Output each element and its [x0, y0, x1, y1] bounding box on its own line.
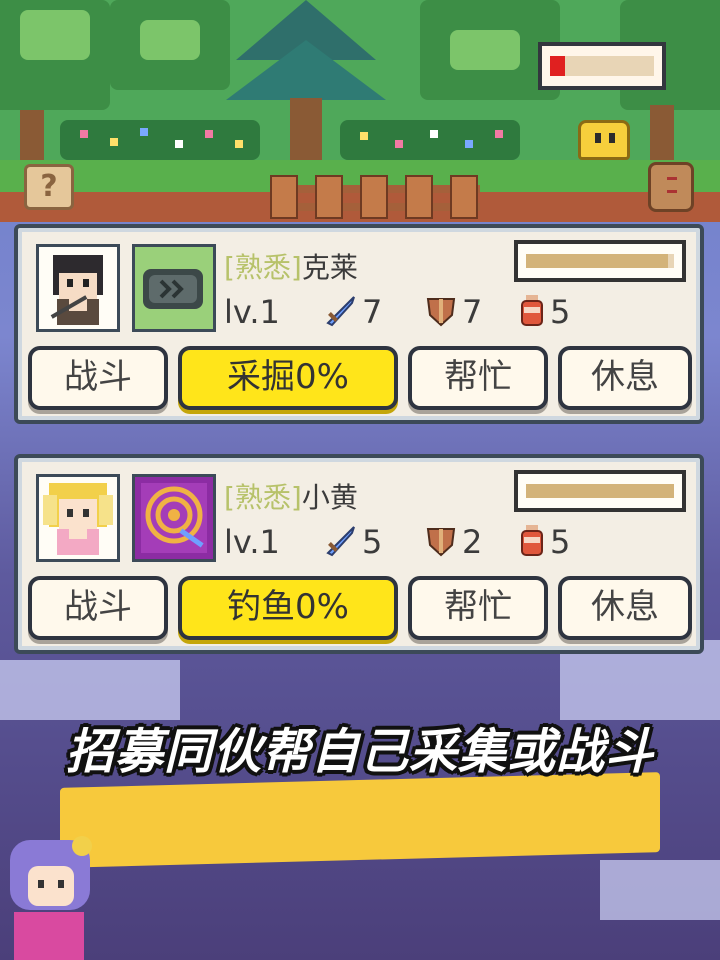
- enemy-health-bar: [538, 42, 666, 90]
- stamina-stat: 5: [518, 292, 570, 332]
- flower: [80, 130, 88, 138]
- stone-tool-icon[interactable]: [132, 244, 216, 332]
- mascot-girl-icon: [0, 820, 110, 960]
- flower: [430, 130, 438, 138]
- companion-card: [熟悉]小黄 lv.1 5 2 5 战斗 钓鱼0% 帮忙 休息: [14, 454, 704, 654]
- flower: [360, 132, 368, 140]
- caption-highlight-band: [60, 772, 660, 868]
- defense-value: 2: [462, 523, 483, 561]
- tree-trunk: [650, 105, 674, 160]
- flower: [110, 138, 118, 146]
- help-question-button[interactable]: ?: [24, 164, 74, 210]
- cloud: [600, 860, 720, 920]
- rest-button[interactable]: 休息: [558, 346, 692, 410]
- shield-icon: [424, 523, 458, 566]
- defense-stat: 7: [424, 292, 482, 332]
- bush: [450, 30, 520, 70]
- companion-name: 小黄: [301, 481, 358, 514]
- sword-icon: [324, 523, 358, 566]
- bush: [140, 20, 200, 60]
- companion-name-row: [熟悉]小黄: [224, 476, 358, 516]
- familiarity-tag: [熟悉]: [224, 481, 302, 514]
- defense-stat: 2: [424, 522, 482, 562]
- companion-health-bar: [514, 240, 686, 282]
- flower: [235, 140, 243, 148]
- potion-icon: [518, 523, 546, 566]
- flower: [395, 140, 403, 148]
- level-label: lv.1: [224, 523, 280, 561]
- stamina-stat: 5: [518, 522, 570, 562]
- companion-health-fill: [526, 484, 674, 498]
- companion-stats: lv.1 5 2 5: [224, 522, 694, 562]
- companion-card: [熟悉]克莱 lv.1 7 7 5 战斗 采掘0% 帮忙 休息: [14, 224, 704, 424]
- tree-trunk: [20, 110, 44, 160]
- companion-health-fill: [526, 254, 669, 268]
- companion-name-row: [熟悉]克莱: [224, 246, 358, 286]
- stamina-value: 5: [550, 293, 571, 331]
- flower: [140, 128, 148, 136]
- wooden-fence: [270, 175, 480, 219]
- inventory-bag-icon[interactable]: [648, 162, 694, 212]
- flower: [495, 130, 503, 138]
- level-label: lv.1: [224, 293, 280, 331]
- flower: [175, 140, 183, 148]
- fishing-job-button[interactable]: 钓鱼0%: [178, 576, 398, 640]
- fight-button[interactable]: 战斗: [28, 346, 168, 410]
- companion-stats: lv.1 7 7 5: [224, 292, 694, 332]
- flower-bed: [340, 120, 520, 160]
- dark-haired-hero-icon[interactable]: [36, 244, 120, 332]
- tree-trunk: [290, 98, 322, 162]
- swirl-rod-icon[interactable]: [132, 474, 216, 562]
- help-button[interactable]: 帮忙: [408, 346, 548, 410]
- fight-button[interactable]: 战斗: [28, 576, 168, 640]
- yellow-slime-enemy-icon[interactable]: [578, 120, 630, 160]
- enemy-health-fill: [550, 56, 565, 76]
- familiarity-tag: [熟悉]: [224, 251, 302, 284]
- flower-bed: [60, 120, 260, 160]
- bush: [20, 10, 90, 60]
- forest-area: [0, 0, 720, 222]
- attack-value: 7: [362, 293, 383, 331]
- help-button[interactable]: 帮忙: [408, 576, 548, 640]
- pine-tree: [226, 40, 386, 100]
- attack-stat: 7: [324, 292, 382, 332]
- mine-job-button[interactable]: 采掘0%: [178, 346, 398, 410]
- attack-stat: 5: [324, 522, 382, 562]
- sword-icon: [324, 293, 358, 336]
- stamina-value: 5: [550, 523, 571, 561]
- flower: [465, 140, 473, 148]
- companion-name: 克莱: [301, 251, 358, 284]
- shield-icon: [424, 293, 458, 336]
- blonde-girl-icon[interactable]: [36, 474, 120, 562]
- rest-button[interactable]: 休息: [558, 576, 692, 640]
- defense-value: 7: [462, 293, 483, 331]
- attack-value: 5: [362, 523, 383, 561]
- flower: [205, 130, 213, 138]
- potion-icon: [518, 293, 546, 336]
- promo-caption: 招募同伙帮自己采集或战斗: [65, 724, 654, 780]
- cloud: [0, 660, 180, 720]
- game-scene: ? [熟悉]克莱 lv.1 7 7 5 战斗 采掘0% 帮忙 休息 [熟悉]小黄…: [0, 0, 720, 960]
- companion-health-bar: [514, 470, 686, 512]
